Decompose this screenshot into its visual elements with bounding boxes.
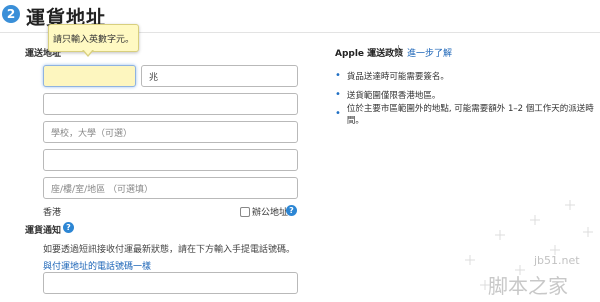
address-line3-input[interactable] <box>43 149 298 171</box>
help-icon[interactable]: ? <box>63 222 74 233</box>
region-label: 香港 <box>43 208 62 218</box>
first-name-input[interactable] <box>43 65 136 87</box>
building-floor-input[interactable]: 座/樓/室/地區 （可選填） <box>43 177 298 199</box>
bullet-icon: • <box>335 70 341 81</box>
policy-item: • 位於主要市區範圍外的地點, 可能需要額外 1–2 個工作天的派送時間。 <box>335 103 594 126</box>
notification-description: 如要透過短訊接收付運最新狀態，請在下方輸入手提電話號碼。 <box>43 245 296 255</box>
same-phone-link[interactable]: 與付運地址的電話號碼一樣 <box>43 259 151 272</box>
office-address-checkbox[interactable] <box>240 207 250 217</box>
watermark-text: 脚本之家 <box>488 274 568 298</box>
policy-list: • 貨品送達時可能需要簽名。 • 送貨範圍僅限香港地區。 • 位於主要市區範圍外的地點… <box>335 66 600 126</box>
shipping-notification-label: 運貨通知 <box>25 226 62 236</box>
watermark-url: jb51.net <box>534 254 580 267</box>
policy-item: • 貨品送達時可能需要簽名。 <box>335 70 449 82</box>
school-input[interactable]: 學校，大學（可選） <box>43 121 298 143</box>
help-icon[interactable]: ? <box>286 205 297 216</box>
tooltip-arrow-fill <box>83 49 93 55</box>
mobile-phone-input[interactable] <box>43 272 298 294</box>
validation-tooltip: 請只輸入英數字元。 <box>48 24 139 52</box>
separator <box>398 45 399 56</box>
bullet-icon: • <box>335 89 341 100</box>
learn-more-link[interactable]: 進一步了解 <box>407 46 452 59</box>
office-address-label[interactable]: 辦公地址 <box>252 205 288 218</box>
shipping-policy-title: Apple 運送政策 <box>335 49 404 59</box>
bullet-icon: • <box>335 108 341 119</box>
last-name-input[interactable]: 兆 <box>141 65 298 87</box>
address-line1-input[interactable] <box>43 93 298 115</box>
step-number-badge: 2 <box>2 5 20 23</box>
